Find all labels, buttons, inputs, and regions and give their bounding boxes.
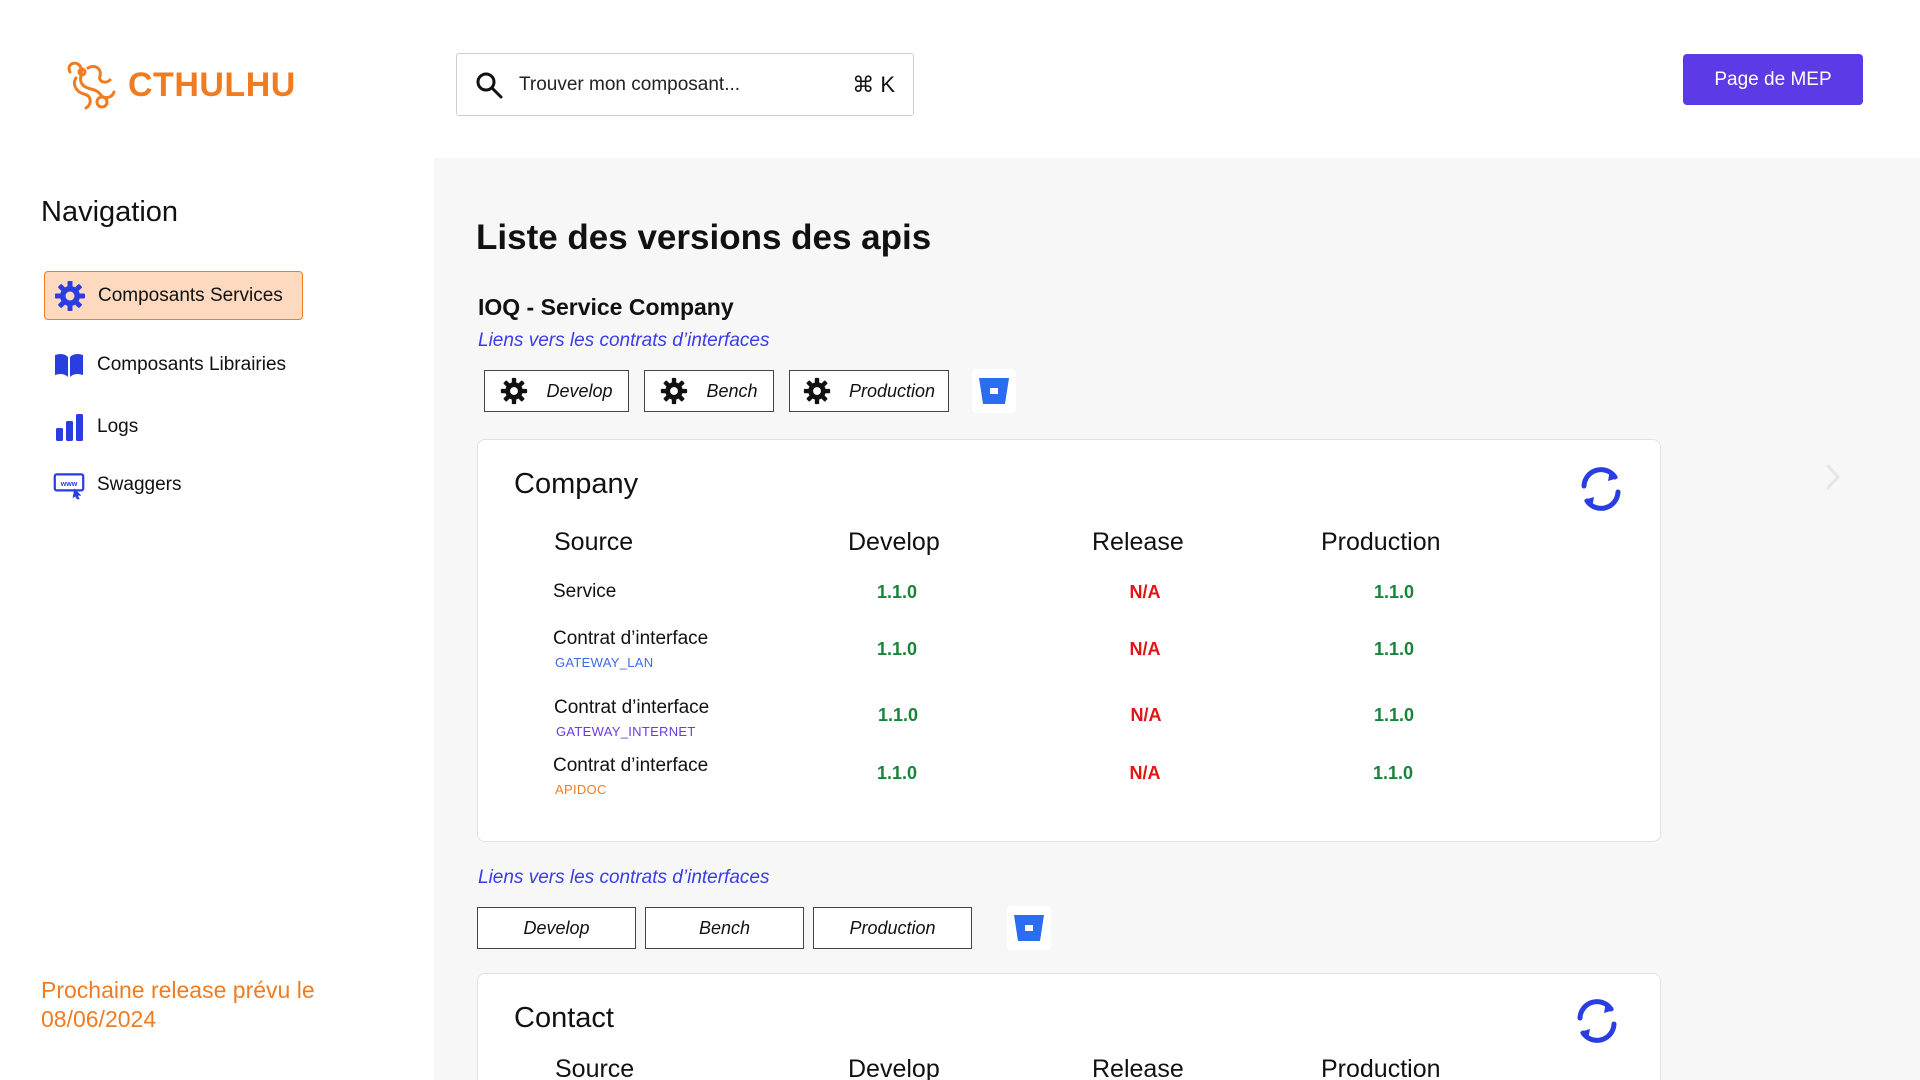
row-source-sub: GATEWAY_LAN (555, 655, 654, 670)
column-header-develop: Develop (848, 528, 940, 556)
next-release-note: Prochaine release prévu le 08/06/2024 (41, 977, 315, 1032)
version-develop: 1.1.0 (877, 705, 919, 725)
www-icon: www (53, 472, 85, 499)
book-icon (55, 353, 83, 377)
bitbucket-link[interactable] (972, 369, 1016, 413)
column-header-production: Production (1321, 1055, 1441, 1080)
row-source-label: Service (553, 581, 617, 602)
refresh-icon[interactable] (1572, 996, 1622, 1046)
row-source-label: Contrat d’interface (554, 697, 710, 718)
version-production: 1.1.0 (1373, 582, 1415, 602)
interface-contracts-links-label: Liens vers les contrats d’interfaces (478, 330, 770, 351)
env-links-row: Develop Bench Production (484, 369, 1016, 413)
bitbucket-link[interactable] (1007, 906, 1051, 950)
bar-chart-icon (56, 413, 83, 441)
version-production: 1.1.0 (1372, 763, 1414, 783)
gear-icon (55, 280, 85, 311)
gear-icon (803, 377, 831, 405)
gear-icon (661, 377, 688, 405)
sidebar-item-logs[interactable]: Logs (44, 402, 147, 451)
search-shortcut-hint: ⌘ K (852, 71, 895, 97)
search-box[interactable]: ⌘ K (456, 53, 914, 116)
version-release: N/A (1129, 763, 1161, 783)
mep-page-button[interactable]: Page de MEP (1683, 54, 1863, 105)
version-release: N/A (1129, 582, 1161, 602)
sidebar-item-label: Composants Services (98, 284, 283, 306)
env-button-label: Production (848, 380, 936, 401)
api-version-card-contact: Contact Source Develop Release Productio… (477, 973, 1661, 1080)
env-button-label: Develop (546, 380, 613, 401)
logo-text: CTHULHU (128, 65, 296, 104)
version-develop: 1.1.0 (876, 763, 918, 783)
sidebar-item-composants-librairies[interactable]: Composants Librairies (44, 340, 295, 389)
version-release: N/A (1130, 705, 1162, 725)
bitbucket-icon (1014, 915, 1044, 941)
column-header-release: Release (1092, 1055, 1184, 1080)
search-input[interactable] (519, 73, 853, 96)
navigation-title: Navigation (41, 196, 179, 228)
column-header-source: Source (555, 1055, 635, 1080)
app-logo[interactable]: CTHULHU (62, 58, 296, 112)
develop-link-button[interactable]: Develop (477, 907, 636, 949)
row-source-label: Contrat d’interface (553, 755, 709, 776)
sidebar-item-composants-services[interactable]: Composants Services (44, 271, 303, 320)
sidebar-item-label: Swaggers (97, 473, 182, 495)
search-icon (476, 72, 503, 98)
bench-link-button[interactable]: Bench (644, 370, 774, 412)
production-link-button[interactable]: Production (789, 370, 949, 412)
chevron-right-icon[interactable] (1822, 462, 1844, 492)
column-header-develop: Develop (848, 1055, 940, 1080)
bitbucket-icon (979, 378, 1009, 404)
column-header-production: Production (1321, 528, 1441, 556)
column-header-release: Release (1092, 528, 1184, 556)
sidebar-item-label: Composants Librairies (97, 353, 287, 375)
version-release: N/A (1129, 639, 1161, 659)
row-source-sub: APIDOC (555, 782, 607, 797)
card-title: Company (514, 468, 639, 500)
interface-contracts-links-label: Liens vers les contrats d’interfaces (478, 867, 770, 888)
version-develop: 1.1.0 (876, 639, 918, 659)
env-button-label: Bench (706, 380, 758, 401)
version-production: 1.1.0 (1373, 705, 1415, 725)
refresh-icon[interactable] (1576, 464, 1626, 514)
svg-text:www: www (60, 479, 78, 487)
octopus-logo-icon (67, 61, 116, 110)
page-title: Liste des versions des apis (476, 218, 932, 257)
column-header-source: Source (554, 528, 634, 556)
bench-link-button[interactable]: Bench (645, 907, 804, 949)
sidebar-item-label: Logs (97, 415, 139, 437)
sidebar-item-swaggers[interactable]: www Swaggers (44, 460, 191, 509)
develop-link-button[interactable]: Develop (484, 370, 629, 412)
version-develop: 1.1.0 (876, 582, 918, 602)
production-link-button[interactable]: Production (813, 907, 972, 949)
gear-icon (501, 377, 528, 405)
row-source-label: Contrat d’interface (553, 628, 709, 649)
version-production: 1.1.0 (1373, 639, 1415, 659)
card-title: Contact (514, 1002, 614, 1034)
service-title: IOQ - Service Company (478, 294, 734, 320)
row-source-sub: GATEWAY_INTERNET (556, 724, 696, 739)
api-version-card-company: Company Source Develop Release Productio… (477, 439, 1661, 842)
env-links-row: Develop Bench Production (477, 906, 1051, 950)
